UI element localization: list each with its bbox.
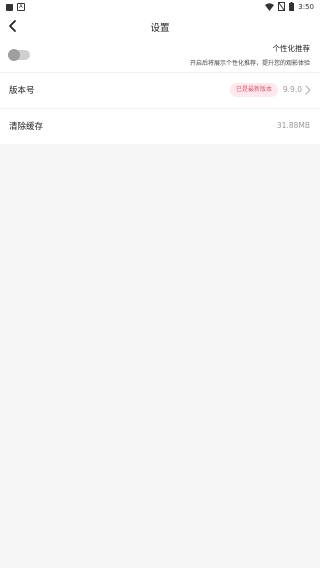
battery-icon xyxy=(289,2,295,11)
status-left: A xyxy=(6,3,25,11)
nav-bar: 设置 xyxy=(0,14,320,38)
personalization-row: 个性化推荐 开启后将展示个性化推荐，提升您的观影体验 xyxy=(0,38,320,73)
clear-cache-row[interactable]: 清除缓存 31.88MB xyxy=(0,109,320,144)
personalization-description: 开启后将展示个性化推荐，提升您的观影体验 xyxy=(189,60,310,67)
personalization-title: 个性化推荐 xyxy=(272,44,311,53)
a-notification-icon: A xyxy=(17,3,25,11)
no-sim-icon xyxy=(278,2,286,11)
toggle-knob xyxy=(8,49,20,61)
clear-cache-label: 清除缓存 xyxy=(9,122,44,132)
latest-version-badge: 已是最新版本 xyxy=(230,83,279,97)
status-bar: A 3:50 xyxy=(0,0,320,14)
personalization-toggle[interactable] xyxy=(8,49,30,61)
version-label: 版本号 xyxy=(9,86,35,96)
app-notification-icon xyxy=(6,3,13,11)
version-row[interactable]: 版本号 已是最新版本 9.9.0 xyxy=(0,73,320,109)
status-time: 3:50 xyxy=(298,2,314,11)
status-right: 3:50 xyxy=(265,2,314,11)
page-title: 设置 xyxy=(150,23,170,34)
version-value: 9.9.0 xyxy=(282,85,302,94)
cache-size-value: 31.88MB xyxy=(276,121,310,130)
chevron-right-icon xyxy=(305,85,311,95)
settings-list: 个性化推荐 开启后将展示个性化推荐，提升您的观影体验 版本号 已是最新版本 9.… xyxy=(0,38,320,144)
wifi-icon xyxy=(265,2,275,11)
